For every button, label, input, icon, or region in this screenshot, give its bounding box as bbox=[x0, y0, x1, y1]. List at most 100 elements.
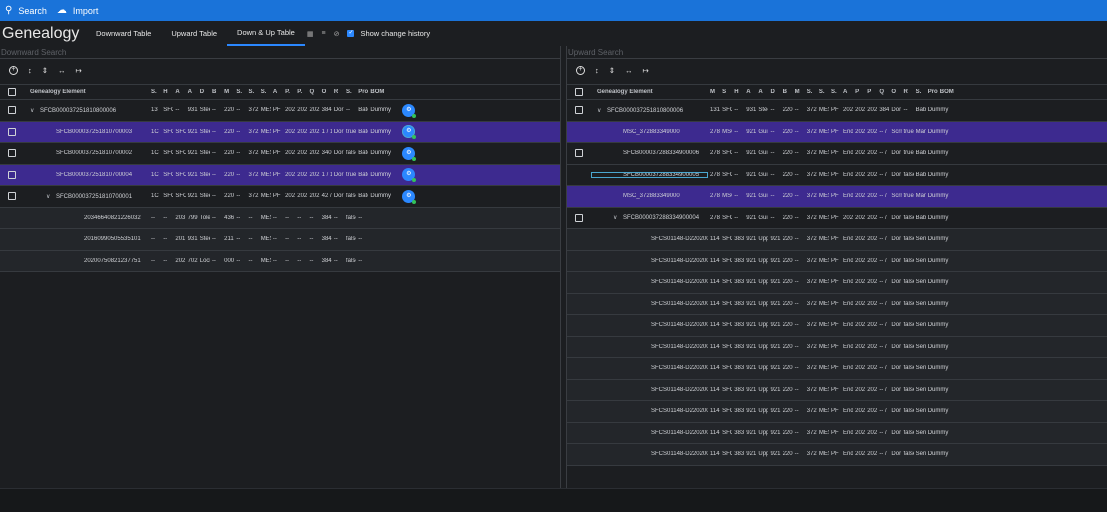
genealogy-element-cell[interactable]: SFCB000037251810700003 bbox=[24, 129, 149, 135]
genealogy-element-cell[interactable]: MSC_372883349000 bbox=[591, 193, 708, 199]
row-checkbox[interactable] bbox=[8, 149, 16, 158]
add-circle-icon[interactable]: + bbox=[9, 65, 18, 75]
genealogy-element-cell[interactable]: SFCS01148-D22020052 bbox=[591, 387, 708, 393]
column-header[interactable]: M bbox=[222, 89, 234, 95]
column-header[interactable]: M bbox=[708, 89, 720, 95]
row-checkbox[interactable] bbox=[575, 106, 583, 115]
column-header[interactable]: P bbox=[853, 89, 865, 95]
genealogy-element-cell[interactable]: SFCB000037288334900005 bbox=[591, 171, 708, 178]
expand-chevron-icon[interactable]: ∨ bbox=[613, 214, 623, 221]
search-button[interactable]: Search bbox=[18, 6, 47, 16]
table-row[interactable]: SFCB0000372518107000041CSFCSFC921Stee--2… bbox=[0, 164, 560, 186]
cloud-upload-icon[interactable]: ☁ bbox=[57, 5, 67, 16]
table-row[interactable]: SFCB000037288334900006278SFC--921Guir--2… bbox=[567, 143, 1107, 165]
genealogy-element-cell[interactable]: SFCB000037288334900006 bbox=[591, 150, 708, 156]
table-row[interactable]: SFCS01148-D22020052114SFC383921Upp921220… bbox=[567, 422, 1107, 444]
downward-search-input[interactable]: Downward Search bbox=[0, 46, 560, 59]
column-shrink-icon[interactable]: ↔ bbox=[58, 66, 66, 75]
column-header[interactable]: S bbox=[720, 89, 732, 95]
row-checkbox[interactable] bbox=[8, 170, 16, 179]
column-header[interactable]: P bbox=[865, 89, 877, 95]
column-header[interactable]: Genealogy Element bbox=[591, 89, 708, 95]
column-header[interactable]: S. bbox=[149, 89, 161, 95]
genealogy-element-cell[interactable]: SFCS01148-D22020052 bbox=[591, 279, 708, 285]
column-header[interactable]: O bbox=[320, 89, 332, 95]
bom-icon[interactable]: ⚙ bbox=[402, 125, 417, 140]
expand-chevron-icon[interactable]: ∨ bbox=[46, 193, 56, 200]
genealogy-element-cell[interactable]: SFCS01148-D22020052 bbox=[591, 301, 708, 307]
genealogy-element-cell[interactable]: SFCS01148-D22020052 bbox=[591, 430, 708, 436]
column-header[interactable]: M bbox=[793, 89, 805, 95]
table-row[interactable]: MSC_372883349000278MSC--921Guir--220--37… bbox=[567, 121, 1107, 143]
column-header[interactable]: S. bbox=[234, 89, 246, 95]
column-header[interactable]: B bbox=[210, 89, 222, 95]
bom-icon[interactable]: ⚙ bbox=[402, 168, 417, 183]
column-header[interactable]: B bbox=[781, 89, 793, 95]
genealogy-element-cell[interactable]: SFCS01148-D22020052 bbox=[591, 408, 708, 414]
bom-icon[interactable]: ⚙ bbox=[402, 189, 417, 204]
collapse-all-icon[interactable]: ↕ bbox=[28, 66, 32, 75]
import-button[interactable]: Import bbox=[73, 6, 99, 16]
split-view-icon[interactable]: ⊘ bbox=[334, 30, 340, 38]
genealogy-element-cell[interactable]: SFCS01148-D22020052 bbox=[591, 322, 708, 328]
column-header[interactable]: Q bbox=[307, 89, 319, 95]
select-all-checkbox[interactable] bbox=[8, 88, 16, 96]
column-header[interactable]: Proc... bbox=[356, 89, 368, 95]
column-header[interactable]: S. bbox=[914, 89, 926, 95]
column-header[interactable]: R bbox=[332, 89, 344, 95]
column-header[interactable]: A bbox=[186, 89, 198, 95]
genealogy-element-cell[interactable]: SFCB000037251810700002 bbox=[24, 150, 149, 156]
table-row[interactable]: MSC_372883349000278MSC--921Guir--220--37… bbox=[567, 186, 1107, 208]
table-row[interactable]: SFCB000037288334900005278SFC--921Guir--2… bbox=[567, 165, 1107, 186]
row-checkbox[interactable] bbox=[575, 213, 583, 222]
genealogy-element-cell[interactable]: ∨ SFCB000037251810800006 bbox=[24, 107, 149, 114]
expand-chevron-icon[interactable]: ∨ bbox=[30, 107, 40, 114]
row-checkbox[interactable] bbox=[8, 106, 16, 115]
table-row[interactable]: SFCS01148-D22020052114SFC383921Upp921220… bbox=[567, 379, 1107, 401]
column-shrink-icon[interactable]: ↔ bbox=[625, 66, 633, 75]
table-row[interactable]: SFCS01148-D22020052114SFC383921Upp921220… bbox=[567, 293, 1107, 315]
column-header[interactable]: BOM bbox=[368, 89, 396, 95]
column-header[interactable]: A bbox=[756, 89, 768, 95]
genealogy-element-cell[interactable]: ∨ SFCB000037251810700001 bbox=[24, 193, 149, 200]
column-header[interactable]: S. bbox=[829, 89, 841, 95]
column-header[interactable]: A bbox=[173, 89, 185, 95]
column-header[interactable]: P. bbox=[295, 89, 307, 95]
list-view-icon[interactable]: ≡ bbox=[321, 30, 325, 37]
tab-downward-table[interactable]: Downward Table bbox=[86, 21, 161, 46]
row-checkbox[interactable] bbox=[575, 149, 583, 158]
genealogy-element-cell[interactable]: SFCS01148-D22020052 bbox=[591, 344, 708, 350]
table-row[interactable]: SFCS01148-D22020052114SFC383921Upp921220… bbox=[567, 229, 1107, 251]
table-row[interactable]: SFCS01148-D22020052114SFC383921Upp921220… bbox=[567, 272, 1107, 294]
table-row[interactable]: SFCS01148-D22020052114SFC383921Upp921220… bbox=[567, 250, 1107, 272]
genealogy-element-cell[interactable]: SFCS01148-D22020052 bbox=[591, 236, 708, 242]
table-row[interactable]: ∨SFCB00003725181080000613SFC--931Stee--2… bbox=[0, 100, 560, 122]
column-header[interactable]: D bbox=[198, 89, 210, 95]
column-expand-icon[interactable]: ↦ bbox=[643, 66, 649, 75]
show-history-checkbox[interactable]: ✓ bbox=[347, 30, 355, 37]
table-row[interactable]: ∨SFCB0000372518107000011CSFCSFC921Stee--… bbox=[0, 186, 560, 208]
table-row[interactable]: SFCS01148-D22020052114SFC383921Upp921220… bbox=[567, 444, 1107, 466]
table-row[interactable]: SFCS01148-D22020052114SFC383921Upp921220… bbox=[567, 358, 1107, 380]
column-header[interactable]: S. bbox=[344, 89, 356, 95]
genealogy-element-cell[interactable]: SFCS01148-D22020052 bbox=[591, 365, 708, 371]
table-row[interactable]: SFCS01148-D22020052114SFC383921Upp921220… bbox=[567, 336, 1107, 358]
column-header[interactable]: A bbox=[271, 89, 283, 95]
column-header[interactable]: D bbox=[768, 89, 780, 95]
genealogy-element-cell[interactable]: ∨ SFCB000037288334900004 bbox=[591, 214, 708, 221]
row-checkbox[interactable] bbox=[8, 127, 16, 136]
column-header[interactable]: BOM bbox=[938, 89, 966, 95]
table-row[interactable]: ∨SFCB000037288334900004278SFC--921Guir--… bbox=[567, 208, 1107, 229]
expand-all-icon[interactable]: ⇕ bbox=[609, 66, 615, 75]
table-row[interactable]: 20200750821237751 -- -- 202 702 Locl -- 000 -- --… bbox=[0, 250, 560, 272]
add-circle-icon[interactable]: + bbox=[576, 65, 585, 75]
column-expand-icon[interactable]: ↦ bbox=[76, 66, 82, 75]
search-icon[interactable]: ⚲ bbox=[5, 5, 12, 16]
upward-search-input[interactable]: Upward Search bbox=[567, 46, 1107, 59]
tab-down-up-table[interactable]: Down & Up Table bbox=[227, 21, 305, 46]
genealogy-element-cell[interactable]: MSC_372883349000 bbox=[591, 129, 708, 135]
column-header[interactable]: H bbox=[161, 89, 173, 95]
genealogy-element-cell[interactable]: ∨ SFCB000037251810800006 bbox=[591, 107, 708, 114]
column-header[interactable]: Genealogy Element bbox=[24, 89, 149, 95]
column-header[interactable]: A bbox=[841, 89, 853, 95]
